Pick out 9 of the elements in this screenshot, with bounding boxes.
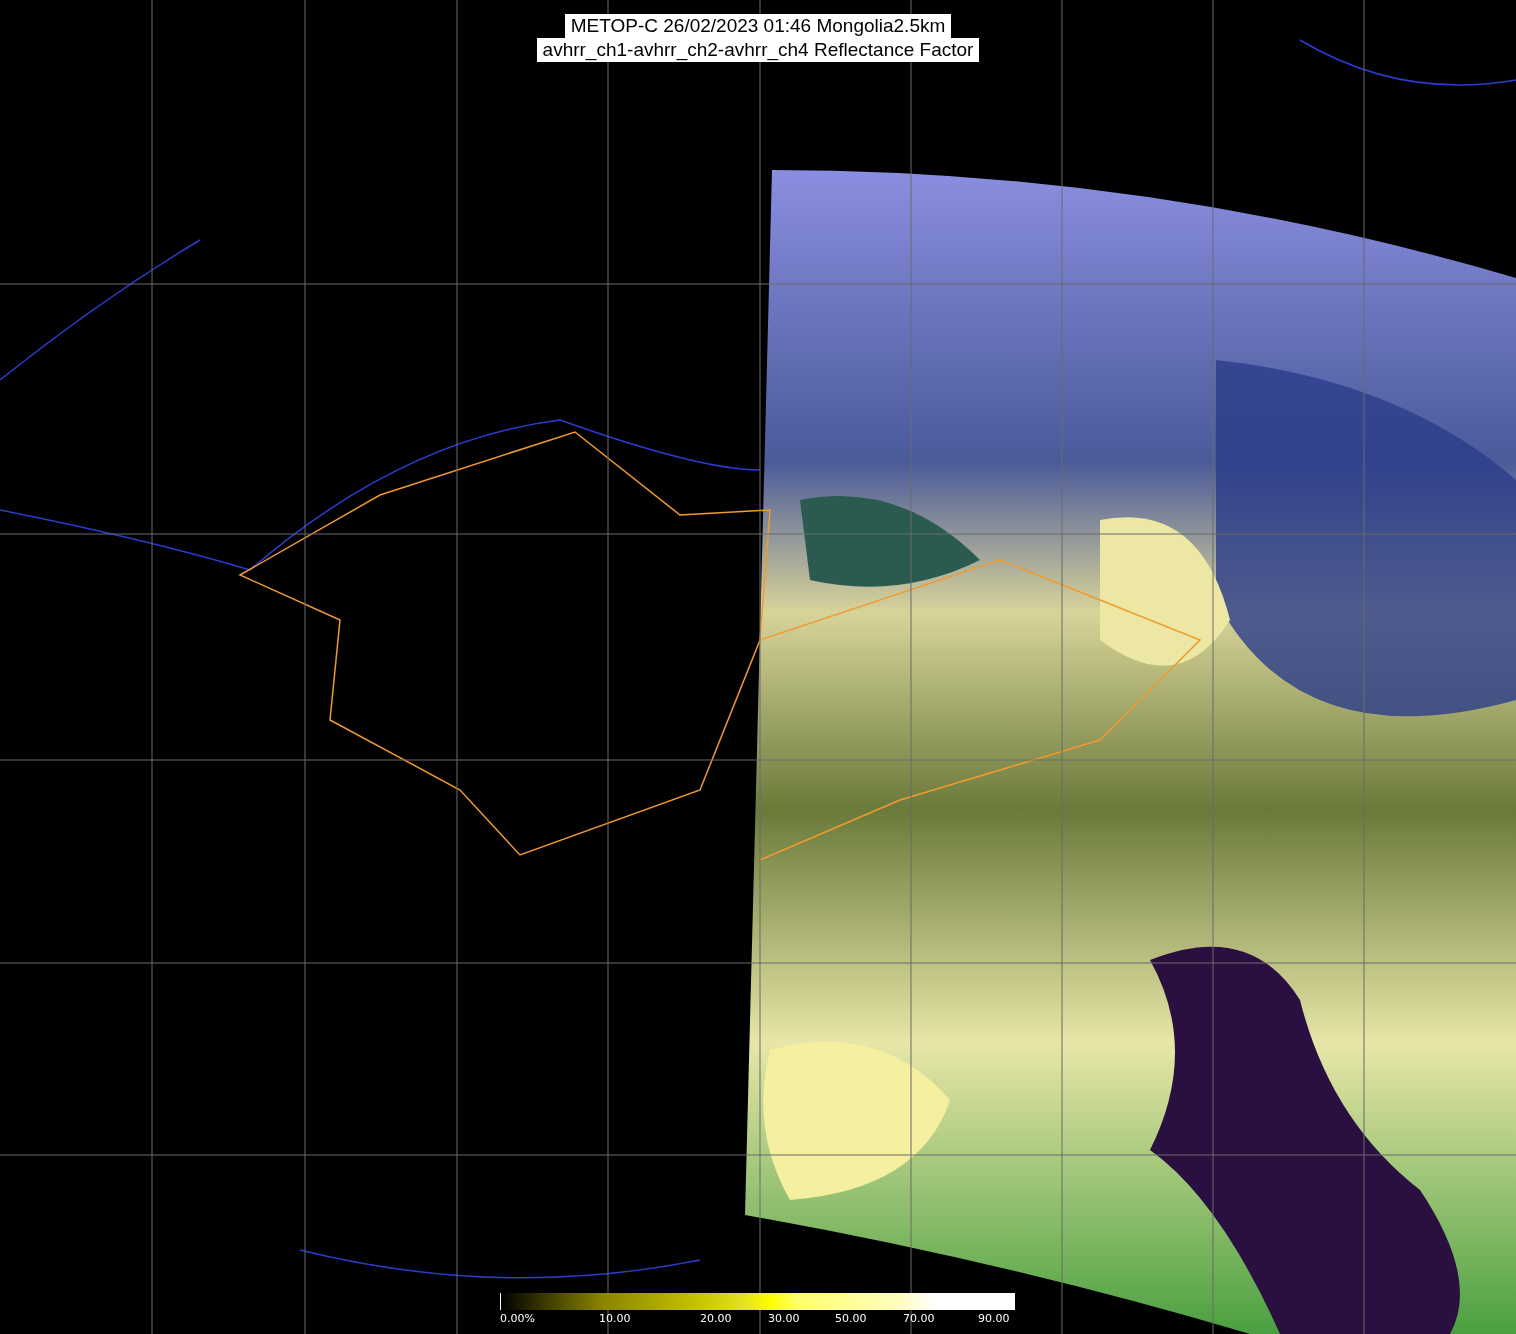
colorbar-label: 10.00 <box>599 1312 631 1325</box>
colorbar-label: 90.00 <box>978 1312 1010 1325</box>
colorbar-label: 0.00% <box>500 1312 535 1325</box>
map-title: METOP-C 26/02/2023 01:46 Mongolia2.5km <box>564 14 952 38</box>
colorbar-label: 30.00 <box>768 1312 800 1325</box>
map-subtitle: avhrr_ch1-avhrr_ch2-avhrr_ch4 Reflectance Factor <box>536 38 980 62</box>
colorbar-label: 70.00 <box>903 1312 935 1325</box>
colorbar-label: 20.00 <box>700 1312 732 1325</box>
colorbar-label: 50.00 <box>835 1312 867 1325</box>
